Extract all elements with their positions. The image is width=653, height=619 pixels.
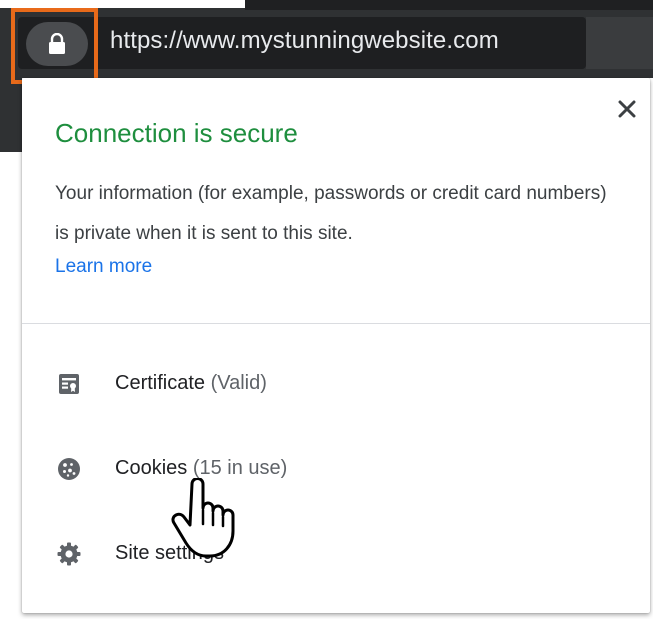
connection-status-title: Connection is secure — [55, 118, 298, 148]
learn-more-link[interactable]: Learn more — [55, 256, 152, 278]
certificate-label: Certificate (Valid) — [115, 372, 267, 394]
cookies-item[interactable]: Cookies (15 in use) — [22, 438, 650, 498]
site-settings-item[interactable]: Site settings — [22, 523, 650, 583]
connection-description: Your information (for example, passwords… — [55, 183, 607, 244]
close-icon — [618, 100, 636, 118]
cookies-status: (15 in use) — [192, 457, 288, 479]
site-info-button[interactable] — [26, 22, 88, 66]
certificate-icon — [59, 374, 79, 394]
close-button[interactable] — [612, 94, 642, 124]
cookies-label: Cookies (15 in use) — [115, 457, 288, 479]
site-info-popup: Connection is secure Your information (f… — [22, 78, 650, 613]
address-bar-right-area — [586, 17, 653, 69]
toolbar-left-edge — [0, 78, 22, 152]
url-text[interactable]: https://www.mystunningwebsite.com — [110, 27, 499, 55]
lock-icon — [49, 33, 65, 54]
certificate-status: (Valid) — [210, 372, 267, 394]
certificate-item[interactable]: Certificate (Valid) — [22, 353, 650, 413]
screen: https://www.mystunningwebsite.com Connec… — [0, 0, 653, 619]
divider — [22, 323, 650, 324]
cookie-icon — [58, 458, 80, 480]
gear-icon — [57, 542, 81, 566]
site-settings-label: Site settings — [115, 542, 224, 564]
tab-strip-edge — [245, 0, 653, 10]
